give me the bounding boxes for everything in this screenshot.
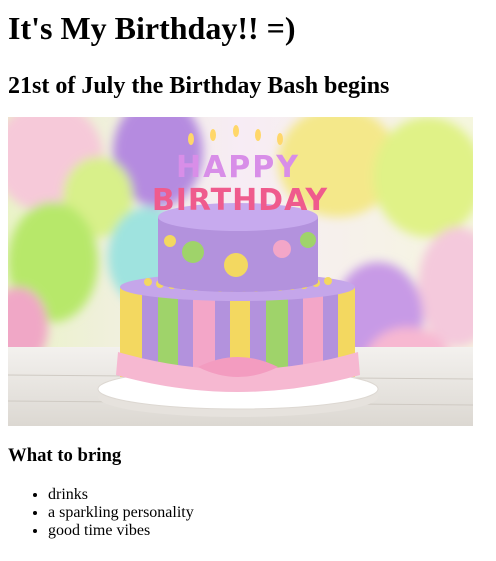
birthday-cake-image: HAPPY BIRTHDAY [8, 117, 473, 426]
candle-text-birthday: BIRTHDAY [152, 183, 329, 218]
candle-text-happy: HAPPY [176, 150, 300, 185]
event-subtitle: 21st of July the Birthday Bash begins [8, 73, 390, 99]
page-content: It's My Birthday!! =) 21st of July the B… [0, 10, 496, 540]
page-title: It's My Birthday!! =) [8, 10, 296, 46]
list-item: drinks [48, 486, 488, 504]
list-item: good time vibes [48, 522, 488, 540]
bring-list: drinks a sparkling personality good time… [8, 486, 488, 540]
list-item: a sparkling personality [48, 504, 488, 522]
bring-heading: What to bring [8, 445, 122, 466]
